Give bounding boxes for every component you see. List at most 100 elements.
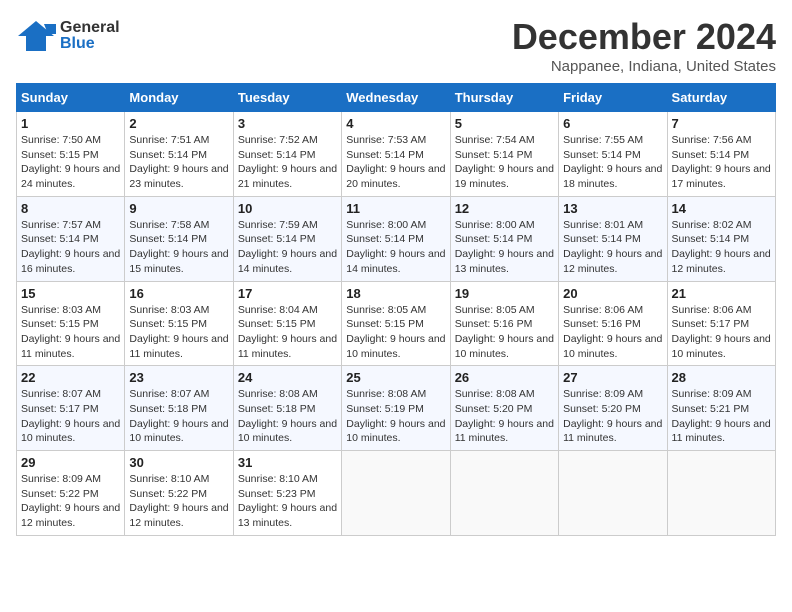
day-info: Sunrise: 8:05 AMSunset: 5:16 PMDaylight:… (455, 303, 554, 362)
day-number: 19 (455, 286, 554, 301)
day-info: Sunrise: 8:06 AMSunset: 5:16 PMDaylight:… (563, 303, 662, 362)
weekday-header: Thursday (450, 84, 558, 112)
calendar-cell: 9Sunrise: 7:58 AMSunset: 5:14 PMDaylight… (125, 196, 233, 281)
calendar-cell: 6Sunrise: 7:55 AMSunset: 5:14 PMDaylight… (559, 112, 667, 197)
day-info: Sunrise: 7:52 AMSunset: 5:14 PMDaylight:… (238, 133, 337, 192)
day-number: 1 (21, 116, 120, 131)
day-info: Sunrise: 7:59 AMSunset: 5:14 PMDaylight:… (238, 218, 337, 277)
day-number: 24 (238, 370, 337, 385)
day-info: Sunrise: 8:09 AMSunset: 5:22 PMDaylight:… (21, 472, 120, 531)
day-number: 18 (346, 286, 445, 301)
calendar-cell: 30 Sunrise: 8:10 AMSunset: 5:22 PMDayligh… (125, 451, 233, 536)
day-info: Sunrise: 8:07 AMSunset: 5:17 PMDaylight:… (21, 387, 120, 446)
calendar-cell: 4Sunrise: 7:53 AMSunset: 5:14 PMDaylight… (342, 112, 450, 197)
calendar-cell: 20 Sunrise: 8:06 AMSunset: 5:16 PMDayligh… (559, 281, 667, 366)
calendar-cell: 25 Sunrise: 8:08 AMSunset: 5:19 PMDayligh… (342, 366, 450, 451)
logo-general-text: General (60, 20, 120, 36)
calendar-cell: 26 Sunrise: 8:08 AMSunset: 5:20 PMDayligh… (450, 366, 558, 451)
day-number: 21 (672, 286, 771, 301)
day-number: 30 (129, 455, 228, 470)
calendar-week-row: 1 Sunrise: 7:50 AMSunset: 5:15 PMDaylight… (17, 112, 776, 197)
day-number: 13 (563, 201, 662, 216)
day-info: Sunrise: 7:56 AMSunset: 5:14 PMDaylight:… (672, 133, 771, 192)
day-number: 11 (346, 201, 445, 216)
calendar-cell: 8 Sunrise: 7:57 AMSunset: 5:14 PMDaylight… (17, 196, 125, 281)
day-info: Sunrise: 8:02 AMSunset: 5:14 PMDaylight:… (672, 218, 771, 277)
calendar-cell: 16Sunrise: 8:03 AMSunset: 5:15 PMDayligh… (125, 281, 233, 366)
day-info: Sunrise: 7:50 AMSunset: 5:15 PMDaylight:… (21, 133, 120, 192)
calendar-cell: 27 Sunrise: 8:09 AMSunset: 5:20 PMDayligh… (559, 366, 667, 451)
day-number: 14 (672, 201, 771, 216)
day-number: 31 (238, 455, 337, 470)
day-info: Sunrise: 8:09 AMSunset: 5:20 PMDaylight:… (563, 387, 662, 446)
calendar-cell: 31 Sunrise: 8:10 AMSunset: 5:23 PMDayligh… (233, 451, 341, 536)
month-title: December 2024 (512, 16, 776, 58)
calendar-cell (342, 451, 450, 536)
calendar-cell: 21Sunrise: 8:06 AMSunset: 5:17 PMDayligh… (667, 281, 775, 366)
day-number: 12 (455, 201, 554, 216)
logo-text: General Blue (60, 20, 120, 52)
day-info: Sunrise: 8:08 AMSunset: 5:18 PMDaylight:… (238, 387, 337, 446)
calendar-cell: 29 Sunrise: 8:09 AMSunset: 5:22 PMDayligh… (17, 451, 125, 536)
calendar-week-row: 22 Sunrise: 8:07 AMSunset: 5:17 PMDayligh… (17, 366, 776, 451)
calendar-cell: 2Sunrise: 7:51 AMSunset: 5:14 PMDaylight… (125, 112, 233, 197)
day-info: Sunrise: 8:00 AMSunset: 5:14 PMDaylight:… (455, 218, 554, 277)
calendar-cell: 22 Sunrise: 8:07 AMSunset: 5:17 PMDayligh… (17, 366, 125, 451)
calendar-cell: 15 Sunrise: 8:03 AMSunset: 5:15 PMDayligh… (17, 281, 125, 366)
title-area: December 2024 Nappanee, Indiana, United … (512, 16, 776, 75)
day-number: 27 (563, 370, 662, 385)
calendar-cell: 5 Sunrise: 7:54 AMSunset: 5:14 PMDaylight… (450, 112, 558, 197)
logo-blue-text: Blue (60, 36, 120, 52)
day-number: 22 (21, 370, 120, 385)
calendar-cell (450, 451, 558, 536)
day-number: 28 (672, 370, 771, 385)
day-number: 23 (129, 370, 228, 385)
calendar-cell: 3 Sunrise: 7:52 AMSunset: 5:14 PMDaylight… (233, 112, 341, 197)
calendar-table: SundayMondayTuesdayWednesdayThursdayFrid… (16, 83, 776, 536)
logo: General Blue (16, 16, 120, 56)
weekday-header: Tuesday (233, 84, 341, 112)
weekday-header: Wednesday (342, 84, 450, 112)
calendar-week-row: 15 Sunrise: 8:03 AMSunset: 5:15 PMDayligh… (17, 281, 776, 366)
day-number: 8 (21, 201, 120, 216)
calendar-cell: 11Sunrise: 8:00 AMSunset: 5:14 PMDayligh… (342, 196, 450, 281)
header: General Blue December 2024 Nappanee, Ind… (16, 16, 776, 75)
day-info: Sunrise: 8:07 AMSunset: 5:18 PMDaylight:… (129, 387, 228, 446)
calendar-cell: 7 Sunrise: 7:56 AMSunset: 5:14 PMDaylight… (667, 112, 775, 197)
calendar-cell (559, 451, 667, 536)
weekday-header: Friday (559, 84, 667, 112)
weekday-header: Monday (125, 84, 233, 112)
day-info: Sunrise: 8:08 AMSunset: 5:19 PMDaylight:… (346, 387, 445, 446)
day-number: 20 (563, 286, 662, 301)
day-info: Sunrise: 8:10 AMSunset: 5:23 PMDaylight:… (238, 472, 337, 531)
calendar-cell: 13Sunrise: 8:01 AMSunset: 5:14 PMDayligh… (559, 196, 667, 281)
calendar-cell: 24 Sunrise: 8:08 AMSunset: 5:18 PMDayligh… (233, 366, 341, 451)
calendar-cell (667, 451, 775, 536)
calendar-cell: 17Sunrise: 8:04 AMSunset: 5:15 PMDayligh… (233, 281, 341, 366)
calendar-cell: 12 Sunrise: 8:00 AMSunset: 5:14 PMDayligh… (450, 196, 558, 281)
day-info: Sunrise: 8:04 AMSunset: 5:15 PMDaylight:… (238, 303, 337, 362)
day-info: Sunrise: 7:53 AMSunset: 5:14 PMDaylight:… (346, 133, 445, 192)
day-number: 2 (129, 116, 228, 131)
day-info: Sunrise: 8:10 AMSunset: 5:22 PMDaylight:… (129, 472, 228, 531)
calendar-cell: 10Sunrise: 7:59 AMSunset: 5:14 PMDayligh… (233, 196, 341, 281)
weekday-header: Sunday (17, 84, 125, 112)
day-info: Sunrise: 8:03 AMSunset: 5:15 PMDaylight:… (21, 303, 120, 362)
weekday-header: Saturday (667, 84, 775, 112)
day-number: 29 (21, 455, 120, 470)
day-info: Sunrise: 7:54 AMSunset: 5:14 PMDaylight:… (455, 133, 554, 192)
day-number: 15 (21, 286, 120, 301)
day-number: 25 (346, 370, 445, 385)
day-number: 7 (672, 116, 771, 131)
calendar-cell: 1 Sunrise: 7:50 AMSunset: 5:15 PMDaylight… (17, 112, 125, 197)
calendar-week-row: 29 Sunrise: 8:09 AMSunset: 5:22 PMDayligh… (17, 451, 776, 536)
day-info: Sunrise: 7:57 AMSunset: 5:14 PMDaylight:… (21, 218, 120, 277)
calendar-cell: 28Sunrise: 8:09 AMSunset: 5:21 PMDayligh… (667, 366, 775, 451)
day-number: 5 (455, 116, 554, 131)
day-info: Sunrise: 8:08 AMSunset: 5:20 PMDaylight:… (455, 387, 554, 446)
calendar-header-row: SundayMondayTuesdayWednesdayThursdayFrid… (17, 84, 776, 112)
day-number: 3 (238, 116, 337, 131)
day-number: 16 (129, 286, 228, 301)
day-number: 26 (455, 370, 554, 385)
calendar-cell: 18Sunrise: 8:05 AMSunset: 5:15 PMDayligh… (342, 281, 450, 366)
